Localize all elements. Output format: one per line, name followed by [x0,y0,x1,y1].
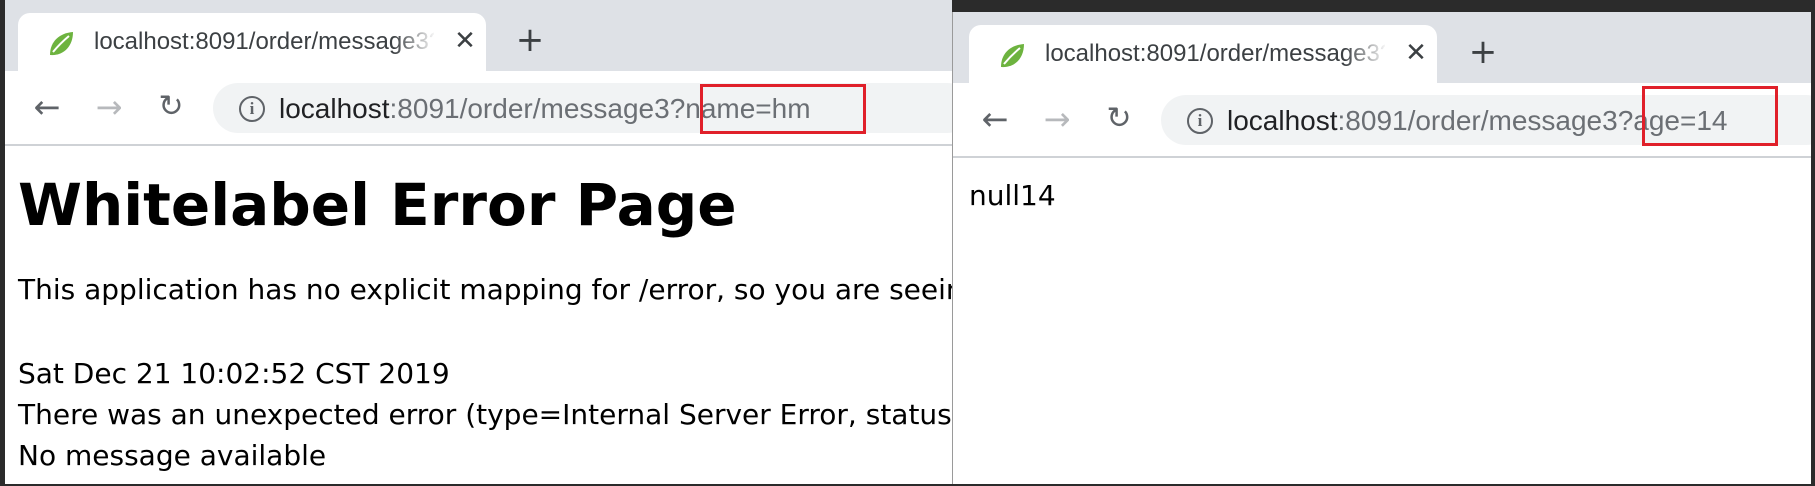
back-arrow-icon[interactable]: ← [977,101,1013,137]
tab-title-fade [394,23,436,61]
tab-strip: localhost:8091/order/message3?age=14 ✕ + [953,12,1811,83]
close-tab-icon[interactable]: ✕ [450,24,480,58]
reload-icon[interactable]: ↻ [1101,101,1137,137]
error-message: This application has no explicit mapping… [18,273,952,306]
error-type: There was an unexpected error (type=Inte… [18,398,952,431]
url-host: localhost [1227,105,1338,136]
reload-icon[interactable]: ↻ [153,89,189,125]
page-content: null14 [953,158,1811,484]
info-icon[interactable]: i [1187,108,1213,134]
left-browser-window: localhost:8091/order/message3?name=hm ✕ … [5,0,952,484]
browser-tab[interactable]: localhost:8091/order/message3?age=14 ✕ [969,25,1437,83]
response-text: null14 [969,179,1056,212]
page-content: Whitelabel Error Page This application h… [5,146,952,484]
right-browser-window: localhost:8091/order/message3?age=14 ✕ +… [952,12,1811,484]
new-tab-icon[interactable]: + [1463,32,1503,72]
url-host: localhost [279,93,390,124]
error-timestamp: Sat Dec 21 10:02:52 CST 2019 [18,357,450,390]
tab-title-fade [1345,35,1387,73]
query-param-highlight [700,84,866,134]
spring-leaf-icon [1001,44,1024,68]
page-title: Whitelabel Error Page [18,171,737,239]
error-detail: No message available [18,439,327,472]
browser-tab[interactable]: localhost:8091/order/message3?name=hm ✕ [18,13,486,71]
tab-title: localhost:8091/order/message3?age=14 [1045,40,1385,67]
forward-arrow-icon[interactable]: → [1039,101,1075,137]
info-icon[interactable]: i [239,96,265,122]
spring-leaf-icon [50,32,73,56]
query-param-highlight [1642,86,1778,146]
tab-title: localhost:8091/order/message3?name=hm [94,28,434,55]
tab-strip: localhost:8091/order/message3?name=hm ✕ … [5,0,952,71]
forward-arrow-icon[interactable]: → [91,89,127,125]
close-tab-icon[interactable]: ✕ [1401,36,1431,70]
back-arrow-icon[interactable]: ← [29,89,65,125]
new-tab-icon[interactable]: + [510,20,550,60]
